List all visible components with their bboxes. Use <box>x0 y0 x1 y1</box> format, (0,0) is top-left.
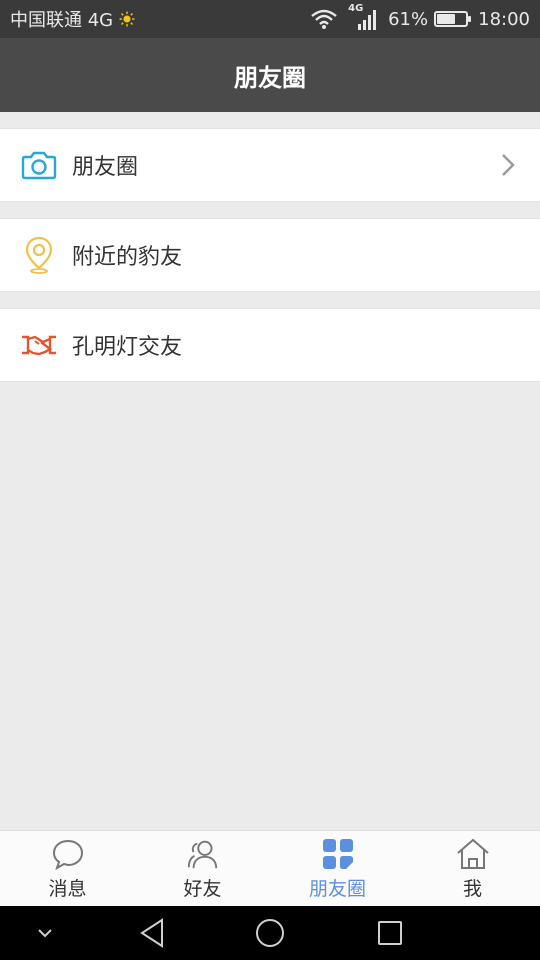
status-bar: 中国联通 4G 4G 61% 18:00 <box>0 0 540 38</box>
tab-messages[interactable]: 消息 <box>0 831 135 906</box>
tab-label: 消息 <box>48 878 87 900</box>
tab-label: 好友 <box>183 878 222 900</box>
wifi-icon <box>311 9 337 29</box>
battery-fill <box>437 14 456 24</box>
friends-icon <box>186 837 220 871</box>
list-item-label: 朋友圈 <box>72 155 139 180</box>
tab-friends[interactable]: 好友 <box>135 831 270 906</box>
screen: 中国联通 4G 4G 61% 18:00 朋友圈 朋友圈 附近的豹友 孔明灯交友… <box>0 0 540 960</box>
tab-moments[interactable]: 朋友圈 <box>270 831 405 906</box>
handshake-icon <box>21 327 57 363</box>
list-item-label: 孔明灯交友 <box>72 335 183 360</box>
status-right: 4G 61% 18:00 <box>310 3 530 31</box>
location-pin-icon <box>21 236 57 274</box>
list-item-moments[interactable]: 朋友圈 <box>0 128 540 202</box>
home-icon <box>456 837 490 871</box>
status-left: 中国联通 4G <box>10 6 135 32</box>
recents-icon[interactable] <box>370 906 410 960</box>
home-circle-icon[interactable] <box>250 906 290 960</box>
battery-group: 61% <box>388 8 472 30</box>
list-item-lantern[interactable]: 孔明灯交友 <box>0 308 540 382</box>
camera-icon <box>21 147 57 183</box>
collapse-icon[interactable] <box>30 906 60 960</box>
chat-bubble-icon <box>51 837 85 871</box>
system-nav-bar <box>0 906 540 960</box>
clock: 18:00 <box>478 8 530 30</box>
title-bar: 朋友圈 <box>0 38 540 112</box>
cell-signal: 4G <box>348 3 378 31</box>
tab-me[interactable]: 我 <box>405 831 540 906</box>
chevron-right-icon <box>502 154 515 176</box>
list-item-nearby[interactable]: 附近的豹友 <box>0 218 540 292</box>
battery-percent: 61% <box>388 8 429 30</box>
signal-bars-icon <box>358 10 377 30</box>
sun-icon <box>119 11 135 27</box>
tab-label: 朋友圈 <box>308 878 366 900</box>
bottom-nav: 消息 好友 朋友圈 我 <box>0 830 540 906</box>
tab-label: 我 <box>462 878 482 900</box>
list-item-label: 附近的豹友 <box>72 245 183 270</box>
battery-icon <box>434 11 472 27</box>
carrier-text: 中国联通 4G <box>10 10 114 31</box>
page-title: 朋友圈 <box>234 63 306 92</box>
moments-grid-icon <box>321 837 355 871</box>
back-icon[interactable] <box>132 906 172 960</box>
